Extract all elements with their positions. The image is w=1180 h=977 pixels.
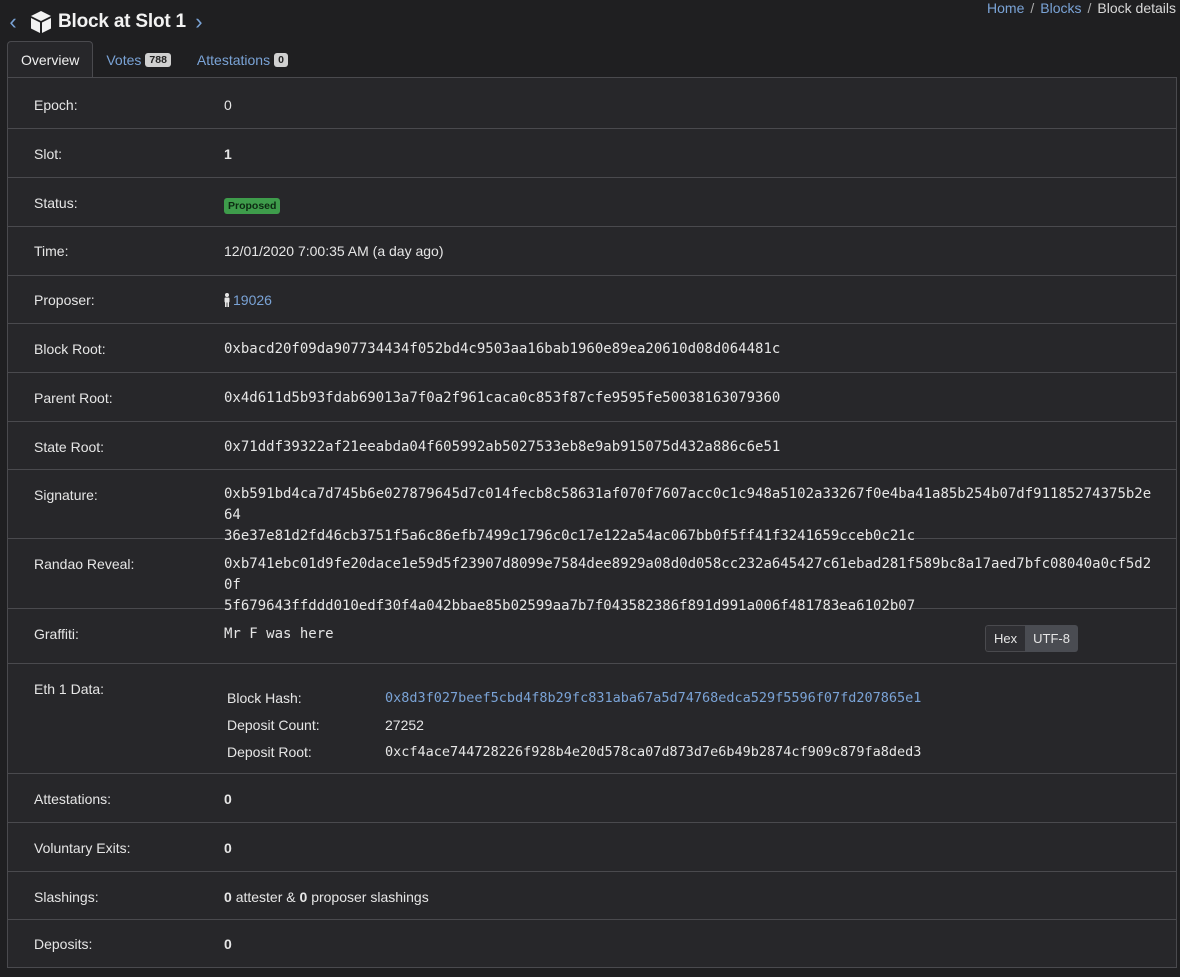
- voluntary-exits-value: 0: [224, 840, 232, 856]
- page-header: ‹ Block at Slot 1 › Home / Blocks / Block de…: [0, 0, 1180, 42]
- eth1-deposit-root-row: Deposit Root: 0xcf4ace744728226f928b4e20…: [227, 738, 921, 765]
- breadcrumb-separator: /: [1030, 0, 1035, 16]
- voluntary-exits-row: Voluntary Exits: 0: [8, 823, 1176, 872]
- chevron-right-icon[interactable]: ›: [192, 9, 206, 35]
- tab-overview[interactable]: Overview: [7, 41, 94, 78]
- eth1-label: Eth 1 Data:: [34, 681, 105, 697]
- tab-label: Attestations: [196, 51, 271, 68]
- encoding-toggle: Hex UTF-8: [985, 625, 1078, 652]
- state-root-label: State Root:: [34, 439, 105, 455]
- cube-icon: [28, 9, 54, 35]
- block-root-row: Block Root: 0xbacd20f09da907734434f052bd…: [8, 324, 1176, 373]
- breadcrumb-home[interactable]: Home: [987, 0, 1024, 16]
- breadcrumb-current: Block details: [1097, 0, 1176, 16]
- block-root-value: 0xbacd20f09da907734434f052bd4c9503aa16ba…: [224, 341, 781, 357]
- slashings-label: Slashings:: [34, 889, 99, 905]
- attestations-row: Attestations: 0: [8, 774, 1176, 823]
- slot-label: Slot:: [34, 146, 63, 162]
- signature-line: 0xb591bd4ca7d745b6e027879645d7c014fecb8c…: [224, 486, 1152, 523]
- state-root-row: State Root: 0x71ddf39322af21eeabda04f605…: [8, 422, 1176, 470]
- breadcrumb-blocks[interactable]: Blocks: [1040, 0, 1081, 16]
- epoch-link[interactable]: 0: [224, 97, 232, 113]
- page-title: Block at Slot 1: [58, 11, 186, 32]
- eth1-data-table: Block Hash: 0x8d3f027beef5cbd4f8b29fc831…: [227, 684, 921, 765]
- randao-row: Randao Reveal: 0xb741ebc01d9fe20dace1e59…: [8, 539, 1176, 614]
- eth1-block-hash-row: Block Hash: 0x8d3f027beef5cbd4f8b29fc831…: [227, 684, 921, 711]
- signature-value: 0xb591bd4ca7d745b6e027879645d7c014fecb8c…: [224, 484, 1154, 547]
- randao-line: 0xb741ebc01d9fe20dace1e59d5f23907d8099e7…: [224, 556, 1152, 593]
- breadcrumb: Home / Blocks / Block details: [987, 0, 1176, 16]
- deposit-root-label: Deposit Root:: [227, 743, 312, 760]
- epoch-row: Epoch: 0: [8, 78, 1176, 129]
- proposer-slashings-text: proposer slashings: [311, 889, 429, 905]
- votes-count-badge: 788: [145, 52, 171, 67]
- graffiti-value: Mr F was here: [224, 626, 334, 642]
- eth1-deposit-count-row: Deposit Count: 27252: [227, 711, 921, 738]
- title-bar: ‹ Block at Slot 1 ›: [6, 9, 206, 35]
- status-value-wrap: Proposed: [224, 196, 281, 214]
- deposit-count-label: Deposit Count:: [227, 716, 320, 733]
- signature-label: Signature:: [34, 487, 98, 503]
- time-label: Time:: [34, 243, 69, 259]
- parent-root-row: Parent Root: 0x4d611d5b93fdab69013a7f0a2…: [8, 373, 1176, 422]
- status-row: Status: Proposed: [8, 178, 1176, 227]
- voluntary-exits-label: Voluntary Exits:: [34, 840, 131, 856]
- parent-root-link[interactable]: 0x4d611d5b93fdab69013a7f0a2f961caca0c853…: [224, 390, 780, 406]
- deposit-count-value: 27252: [385, 716, 424, 733]
- tab-attestations[interactable]: Attestations 0: [184, 41, 301, 78]
- slashings-value: 0 attester & 0 proposer slashings: [224, 889, 429, 905]
- signature-row: Signature: 0xb591bd4ca7d745b6e027879645d…: [8, 470, 1176, 544]
- deposit-root-value: 0xcf4ace744728226f928b4e20d578ca07d873d7…: [385, 743, 922, 760]
- tab-bar: Overview Votes 788 Attestations 0: [7, 41, 301, 78]
- proposer-row: Proposer: 19026: [8, 276, 1176, 324]
- breadcrumb-separator: /: [1087, 0, 1092, 16]
- overview-panel: Epoch: 0 Slot: 1 Status: Proposed Time: …: [7, 77, 1177, 968]
- proposer-slashings-count: 0: [299, 889, 308, 905]
- slot-value: 1: [224, 146, 232, 162]
- randao-value: 0xb741ebc01d9fe20dace1e59d5f23907d8099e7…: [224, 554, 1154, 617]
- deposits-row: Deposits: 0: [8, 920, 1176, 967]
- status-badge: Proposed: [224, 198, 281, 214]
- utf8-toggle-button[interactable]: UTF-8: [1025, 625, 1078, 652]
- randao-label: Randao Reveal:: [34, 556, 135, 572]
- parent-root-label: Parent Root:: [34, 390, 113, 406]
- attester-slashings-text: attester &: [235, 889, 296, 905]
- attestations-value: 0: [224, 791, 232, 807]
- block-root-label: Block Root:: [34, 341, 106, 357]
- slashings-row: Slashings: 0 attester & 0 proposer slash…: [8, 872, 1176, 920]
- deposits-value: 0: [224, 936, 232, 952]
- time-row: Time: 12/01/2020 7:00:35 AM (a day ago): [8, 227, 1176, 276]
- deposits-label: Deposits:: [34, 936, 93, 952]
- tab-label: Votes: [106, 51, 142, 68]
- graffiti-row: Graffiti: Mr F was here Hex UTF-8: [8, 609, 1176, 664]
- epoch-label: Epoch:: [34, 97, 78, 113]
- tab-votes[interactable]: Votes 788: [93, 41, 184, 78]
- hex-toggle-button[interactable]: Hex: [985, 625, 1026, 652]
- attester-slashings-count: 0: [224, 889, 232, 905]
- proposer-value: 19026: [224, 292, 272, 308]
- block-hash-link[interactable]: 0x8d3f027beef5cbd4f8b29fc831aba67a5d7476…: [385, 690, 921, 706]
- chevron-left-icon[interactable]: ‹: [6, 9, 20, 35]
- attestations-count-badge: 0: [274, 52, 288, 67]
- tab-label: Overview: [21, 52, 80, 68]
- status-label: Status:: [34, 195, 78, 211]
- proposer-link[interactable]: 19026: [233, 292, 272, 308]
- person-icon: [224, 293, 230, 307]
- eth1-row: Eth 1 Data: Block Hash: 0x8d3f027beef5cb…: [8, 664, 1176, 774]
- proposer-label: Proposer:: [34, 292, 95, 308]
- time-value: 12/01/2020 7:00:35 AM (a day ago): [224, 243, 444, 259]
- slot-row: Slot: 1: [8, 129, 1176, 178]
- attestations-label: Attestations:: [34, 791, 112, 807]
- state-root-value: 0x71ddf39322af21eeabda04f605992ab5027533…: [224, 439, 781, 455]
- block-hash-label: Block Hash:: [227, 689, 302, 706]
- graffiti-label: Graffiti:: [34, 626, 79, 642]
